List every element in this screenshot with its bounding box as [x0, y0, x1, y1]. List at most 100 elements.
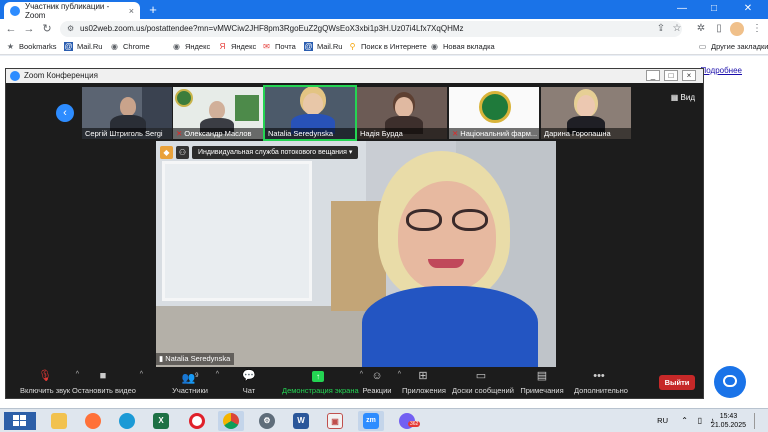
bookmark-item[interactable]: ★ Bookmarks	[6, 42, 57, 51]
maximize-window-button[interactable]: □	[704, 2, 724, 16]
clock-time: 15:43	[719, 413, 738, 420]
leave-meeting-button[interactable]: Выйти	[659, 375, 695, 390]
chevron-up-icon[interactable]: ^	[398, 371, 401, 378]
poster-shape	[235, 95, 259, 121]
chevron-up-icon[interactable]: ^	[140, 371, 143, 378]
more-info-link[interactable]: Подробнее	[701, 66, 743, 75]
university-logo-icon	[479, 91, 511, 123]
globe-icon: ◉	[173, 42, 180, 51]
word-icon: W	[293, 413, 309, 429]
zoom-minimize-button[interactable]: _	[646, 70, 660, 81]
streaming-service-dropdown[interactable]: Индивидуальная служба потокового вещания…	[192, 145, 359, 159]
taskbar-opera[interactable]	[184, 411, 210, 431]
share-screen-button[interactable]: ↑ Демонстрация экрана ^	[282, 370, 363, 395]
more-button[interactable]: ••• Дополнительно	[574, 370, 628, 395]
taskbar-word[interactable]: W	[288, 411, 314, 431]
chat-support-button[interactable]	[714, 366, 746, 398]
chat-button[interactable]: 💬 Чат	[238, 370, 260, 395]
broadcast-icon[interactable]: ⚇	[176, 145, 189, 159]
participant-tile[interactable]: Сергій Штриголь Sergi	[82, 87, 172, 139]
zoom-close-button[interactable]: ×	[682, 70, 696, 81]
taskbar-presentation[interactable]: ▣	[322, 411, 348, 431]
bookmark-item[interactable]: @ Mail.Ru	[304, 42, 342, 51]
menu-icon[interactable]: ⋮	[750, 22, 764, 36]
participants-button[interactable]: 👥9 Участники ^	[170, 370, 219, 395]
start-button[interactable]	[4, 412, 36, 430]
language-indicator[interactable]: RU	[657, 416, 668, 425]
unmute-button[interactable]: 🎙 Включить звук ^	[20, 370, 79, 395]
person-head	[395, 97, 413, 117]
participant-name-text: Дарина Горопашна	[544, 129, 611, 138]
meeting-controls-bar: 🎙 Включить звук ^ ■ Остановить видео ^ 👥9 Уча…	[6, 367, 703, 398]
search-icon: ⚲	[349, 42, 356, 51]
forward-arrow-icon[interactable]: →	[22, 22, 36, 36]
notes-button[interactable]: ▤ Примечания	[520, 370, 564, 395]
zoom-maximize-button[interactable]: □	[664, 70, 678, 81]
reload-icon[interactable]: ↻	[40, 22, 54, 36]
shield-icon[interactable]: ◆	[160, 145, 173, 159]
main-speaker-video	[156, 141, 556, 367]
back-arrow-icon[interactable]: ←	[4, 22, 18, 36]
participant-name: ✕ Олександр Маслов	[173, 128, 263, 139]
person-head	[577, 95, 595, 117]
bookmark-item[interactable]: @ Mail.Ru	[64, 42, 102, 51]
bookmark-label: Яндекс	[231, 42, 257, 51]
taskbar-zoom[interactable]: zm	[358, 411, 384, 431]
taskbar-viber[interactable]: 362	[394, 411, 421, 431]
close-window-button[interactable]: ✕	[738, 2, 758, 16]
globe-icon: ◉	[431, 42, 438, 51]
taskbar-edge[interactable]	[114, 411, 140, 431]
camera-icon: ■	[99, 370, 107, 382]
chevron-up-icon[interactable]: ^	[216, 371, 219, 378]
new-tab-button[interactable]: +	[146, 3, 160, 17]
apps-label: Приложения	[402, 386, 446, 395]
taskbar-excel[interactable]: X	[148, 411, 174, 431]
edge-icon	[119, 413, 135, 429]
sidebar-icon[interactable]: ▯	[712, 22, 726, 36]
bookmark-item[interactable]: ◉ Новая вкладка	[430, 42, 495, 51]
reactions-button[interactable]: ☺ Реакции ^	[362, 370, 402, 395]
star-icon: ★	[6, 42, 15, 51]
tab-title: Участник публикации - Zoom	[25, 1, 110, 20]
bookmark-item[interactable]: ◉ Яндекс	[172, 42, 210, 51]
previous-page-arrow-icon[interactable]: ‹	[56, 104, 74, 122]
bookmark-star-icon[interactable]: ☆	[670, 22, 684, 36]
opera-icon	[189, 413, 205, 429]
close-tab-icon[interactable]: ×	[129, 6, 134, 16]
participant-tile[interactable]: Дарина Горопашна	[541, 87, 631, 139]
minimize-window-button[interactable]: —	[672, 2, 692, 16]
whiteboard-icon: ▭	[475, 370, 487, 382]
apps-button[interactable]: ⊞ Приложения	[402, 370, 446, 395]
participant-tile[interactable]: ✕ Національний фарм...	[449, 87, 539, 139]
speaker-face	[398, 181, 496, 291]
participant-tile-active-speaker[interactable]: Natalia Seredynska	[263, 85, 357, 141]
muted-mic-icon: ✕	[176, 129, 183, 138]
taskbar-explorer[interactable]	[46, 411, 72, 431]
browser-tab[interactable]: Участник публикации - Zoom ×	[4, 1, 140, 20]
bookmark-item[interactable]: ✉ Почта	[262, 42, 296, 51]
share-page-icon[interactable]: ⇪	[654, 22, 668, 36]
extensions-icon[interactable]: ✲	[694, 22, 708, 36]
taskbar-settings[interactable]: ⚙	[254, 411, 280, 431]
participant-tile[interactable]: Надія Бурда	[357, 87, 447, 139]
profile-avatar[interactable]	[730, 22, 744, 36]
participant-tile[interactable]: ✕ Олександр Маслов	[173, 87, 263, 139]
tray-chevron-icon[interactable]: ⌃	[681, 416, 688, 425]
bookmark-item[interactable]: Я Яндекс	[218, 42, 257, 51]
bookmark-item[interactable]: ⚲ Поиск в Интернете	[348, 42, 427, 51]
windows-logo-icon	[20, 415, 26, 420]
view-button[interactable]: ▦ Вид	[671, 93, 695, 102]
site-info-icon[interactable]: ⚙	[67, 21, 74, 37]
more-label: Дополнительно	[574, 386, 628, 395]
taskbar-firefox[interactable]	[80, 411, 106, 431]
stop-video-button[interactable]: ■ Остановить видео ^	[72, 370, 143, 395]
bookmark-item[interactable]: ◉ Chrome	[110, 42, 150, 51]
system-clock[interactable]: 15:43 21.05.2025	[711, 412, 746, 430]
address-bar[interactable]: ⚙ us02web.zoom.us/postattendee?mn=vMWCiw…	[60, 21, 682, 37]
whiteboards-button[interactable]: ▭ Доски сообщений	[452, 370, 514, 395]
taskbar-chrome[interactable]	[218, 411, 244, 431]
network-icon[interactable]: ▯	[698, 416, 702, 425]
show-desktop-button[interactable]	[754, 413, 764, 429]
bookmark-label: Mail.Ru	[317, 42, 343, 51]
other-bookmarks[interactable]: ▭ Другие закладки	[698, 42, 768, 51]
